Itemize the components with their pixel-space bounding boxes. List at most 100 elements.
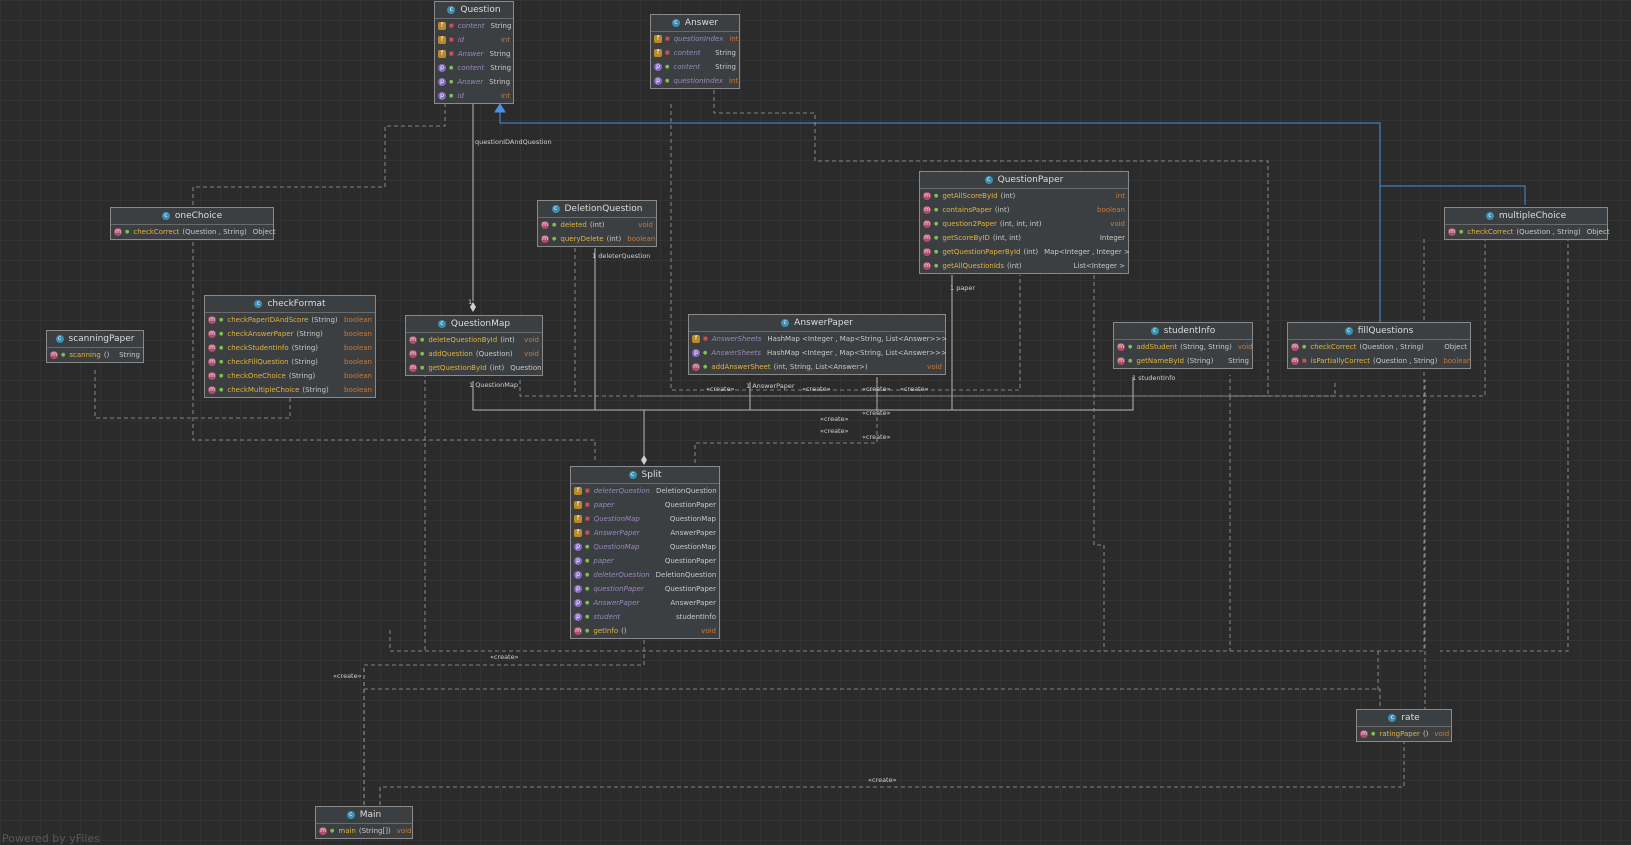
method-row[interactable]: m ● checkAnswerPaper (String) boolean [205,327,375,341]
public-icon: ● [703,350,708,356]
class-icon: c [1388,714,1397,722]
public-icon: ● [219,359,224,365]
class-main[interactable]: c Main m ● main (String[]) void [315,806,413,839]
method-row[interactable]: m ● checkStudentInfo (String) boolean [205,341,375,355]
class-answerpaper[interactable]: c AnswerPaper f ■ AnswerSheets HashMap <Inte… [688,314,947,375]
private-icon: ■ [449,23,454,29]
class-rate[interactable]: c rate m ● ratingPaper() void [1356,709,1452,742]
class-checkformat[interactable]: c checkFormat m ● checkPaperIDAndScore (Stri… [204,295,376,398]
method-row[interactable]: m ● deleted (int) void [538,218,656,232]
field-row[interactable]: f ■ deleterQuestion DeletionQuestion [571,484,719,498]
method-row[interactable]: m ● scanning() String [47,348,143,362]
public-icon: ● [449,65,454,71]
member-name: containsPaper [942,206,992,214]
property-row[interactable]: p ● content String [435,61,513,75]
private-icon: ■ [585,488,590,494]
method-row[interactable]: m ● checkPaperIDAndScore (String) boolean [205,313,375,327]
method-row[interactable]: m ● checkFillQuestion (String) boolean [205,355,375,369]
class-name: studentInfo [1163,326,1216,336]
class-questionmap[interactable]: c QuestionMap m ● deleteQuestionById (int) vo… [405,315,543,376]
class-scanningpaper[interactable]: c scanningPaper m ● scanning() String [46,330,144,363]
member-name: deleteQuestionById [428,336,498,344]
property-row[interactable]: p ● student studentInfo [571,610,719,624]
member-params: (Question , String) [1372,357,1438,365]
field-row[interactable]: f ■ id int [435,33,513,47]
method-row[interactable]: m ■ isPartiallyCorrect (Question , String) b… [1288,354,1471,368]
field-row[interactable]: f ■ content String [651,46,739,60]
property-row[interactable]: p ● AnswerPaper AnswerPaper [571,596,719,610]
class-answer[interactable]: c Answer f ■ questionIndex int f ■ content Strin… [650,14,740,89]
property-row[interactable]: p ● questionIndex int [651,74,739,88]
method-row[interactable]: m ● checkCorrect (Question , String) Object [1288,340,1470,354]
public-icon: ● [420,365,425,371]
method-icon: m [1360,730,1368,738]
property-row[interactable]: p ● paper QuestionPaper [571,554,719,568]
member-params: (String) [296,330,323,338]
label-multiplicity: 1 [468,298,473,306]
field-row[interactable]: f ■ questionIndex int [651,32,739,46]
property-row[interactable]: p ● questionPaper QuestionPaper [571,582,719,596]
method-row[interactable]: m ● getQuestionById (int) Question [406,361,542,375]
method-row[interactable]: m ● addStudent (String, String) void [1114,340,1253,354]
field-row[interactable]: f ■ AnswerPaper AnswerPaper [571,526,719,540]
method-row[interactable]: m ● checkOneChoice (String) boolean [205,369,375,383]
property-icon: p [574,585,582,593]
class-studentinfo[interactable]: c studentInfo m ● addStudent (String, String… [1113,322,1253,369]
class-fillquestions[interactable]: c fillQuestions m ● checkCorrect (Question ,… [1287,322,1471,369]
class-questionpaper[interactable]: c QuestionPaper m ● getAllScoreById (int) int… [919,171,1130,274]
field-row[interactable]: f ■ QuestionMap QuestionMap [571,512,719,526]
method-row[interactable]: m ● getAllQuestionIds (int) List<Integer > [920,259,1128,273]
method-row[interactable]: m ● ratingPaper() void [1357,727,1451,741]
member-type: DeletionQuestion [655,571,717,579]
member-name: scanning [69,351,101,359]
method-row[interactable]: m ● checkCorrect (Question , String) Object [1445,225,1610,239]
public-icon: ● [585,558,590,564]
class-split[interactable]: c Split f ■ deleterQuestion DeletionQuestion… [570,466,720,639]
field-icon: f [692,335,700,343]
class-name: fillQuestions [1357,326,1414,336]
member-name: checkMultipleChoice [227,386,300,394]
property-row[interactable]: p ● content String [651,60,739,74]
method-row[interactable]: m ● getScoreByID (int, int) Integer [920,231,1128,245]
member-name: content [673,49,701,57]
method-row[interactable]: m ● queryDelete (int) boolean [538,232,656,246]
public-icon: ● [1302,344,1307,350]
method-row[interactable]: m ● getAllScoreById (int) int [920,189,1128,203]
class-onechoice[interactable]: c oneChoice m ● checkCorrect (Question , Str… [110,207,276,240]
field-row[interactable]: f ■ paper QuestionPaper [571,498,719,512]
method-row[interactable]: m ● deleteQuestionById (int) void [406,333,542,347]
member-params: (int) [500,336,515,344]
method-row[interactable]: m ● addQuestion (Question) void [406,347,542,361]
property-row[interactable]: p ● QuestionMap QuestionMap [571,540,719,554]
class-name: checkFormat [267,299,326,309]
member-params: (String) [288,372,316,380]
member-params: (Question , String) [1516,228,1581,236]
class-question[interactable]: c Question f ■ content String f ■ id int f ■ Answer… [434,1,514,104]
method-row[interactable]: m ● getNameById (String) String [1114,354,1252,368]
member-name: paper [593,557,614,565]
property-row[interactable]: p ● AnswerSheets HashMap <Integer , Map<Str… [689,346,947,360]
method-row[interactable]: m ● containsPaper (int) boolean [920,203,1128,217]
member-type: QuestionPaper [664,585,716,593]
method-row[interactable]: m ● getQuestionPaperById (int) Map<Integer ,… [920,245,1130,259]
member-type: String [490,64,512,72]
method-row[interactable]: m ● addAnswerSheet (int, String, List<Answe… [689,360,945,374]
class-name: DeletionQuestion [564,204,643,214]
class-name: Split [641,470,662,480]
property-row[interactable]: p ● deleterQuestion DeletionQuestion [571,568,719,582]
public-icon: ● [703,364,708,370]
field-row[interactable]: f ■ AnswerSheets HashMap <Integer , Map<Str… [689,332,947,346]
method-row[interactable]: m ● checkMultipleChoice (String) boolean [205,383,375,397]
method-row[interactable]: m ● question2Paper (int, int, int) void [920,217,1128,231]
method-row[interactable]: m ● getInfo() void [571,624,719,638]
method-row[interactable]: m ● main (String[]) void [316,824,412,838]
property-row[interactable]: p ● Answer String [435,75,513,89]
method-row[interactable]: m ● checkCorrect (Question , String) Object [111,225,276,239]
property-row[interactable]: p ● id int [435,89,513,103]
member-type: String [715,49,736,57]
field-row[interactable]: f ■ Answer String [435,47,513,61]
class-deletionquestion[interactable]: c DeletionQuestion m ● deleted (int) void m ● qu… [537,200,657,247]
class-multiplechoice[interactable]: c multipleChoice m ● checkCorrect (Question … [1444,207,1610,240]
field-row[interactable]: f ■ content String [435,19,513,33]
public-icon: ● [585,614,590,620]
